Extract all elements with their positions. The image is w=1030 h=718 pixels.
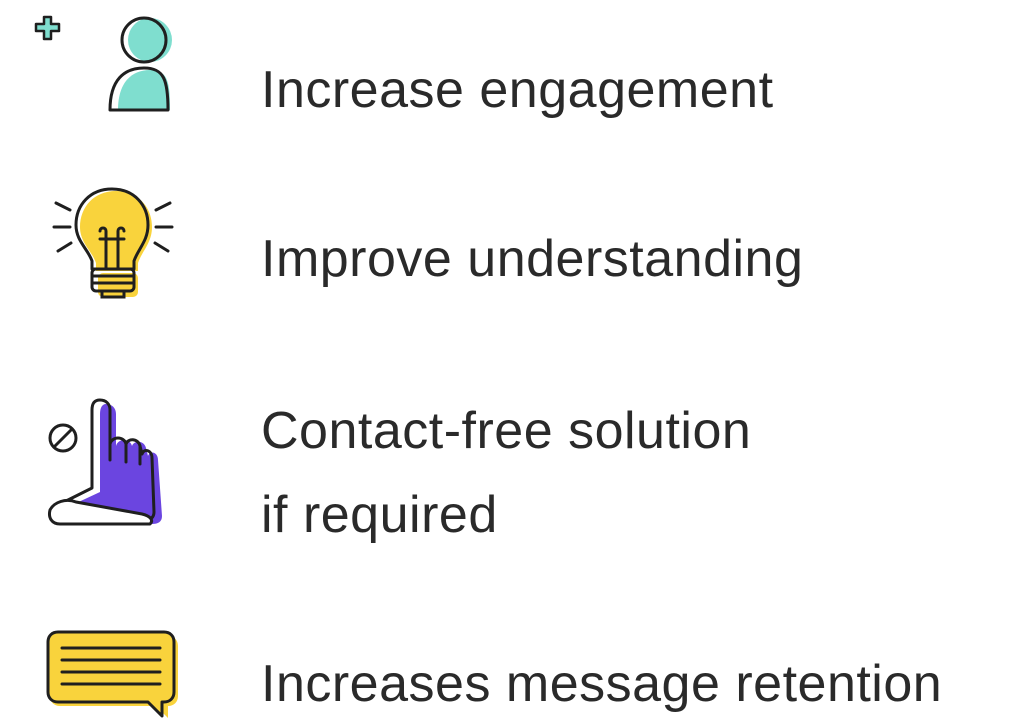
feature-label-understanding: Improve understanding bbox=[261, 230, 804, 288]
feature-label-engagement: Increase engagement bbox=[261, 61, 774, 119]
feature-label-contact-free: Contact-free solution if required bbox=[261, 389, 751, 557]
feature-label-contact-free-line1: Contact-free solution bbox=[261, 402, 752, 460]
chat-bubble-icon bbox=[46, 630, 182, 718]
feature-list: Increase engagement Improve understandin… bbox=[0, 0, 1030, 718]
touch-free-hand-icon bbox=[46, 398, 176, 528]
feature-label-contact-free-line2: if required bbox=[261, 486, 498, 544]
lightbulb-icon bbox=[52, 185, 182, 305]
feature-label-retention: Increases message retention bbox=[261, 655, 943, 713]
add-user-icon bbox=[26, 14, 176, 114]
